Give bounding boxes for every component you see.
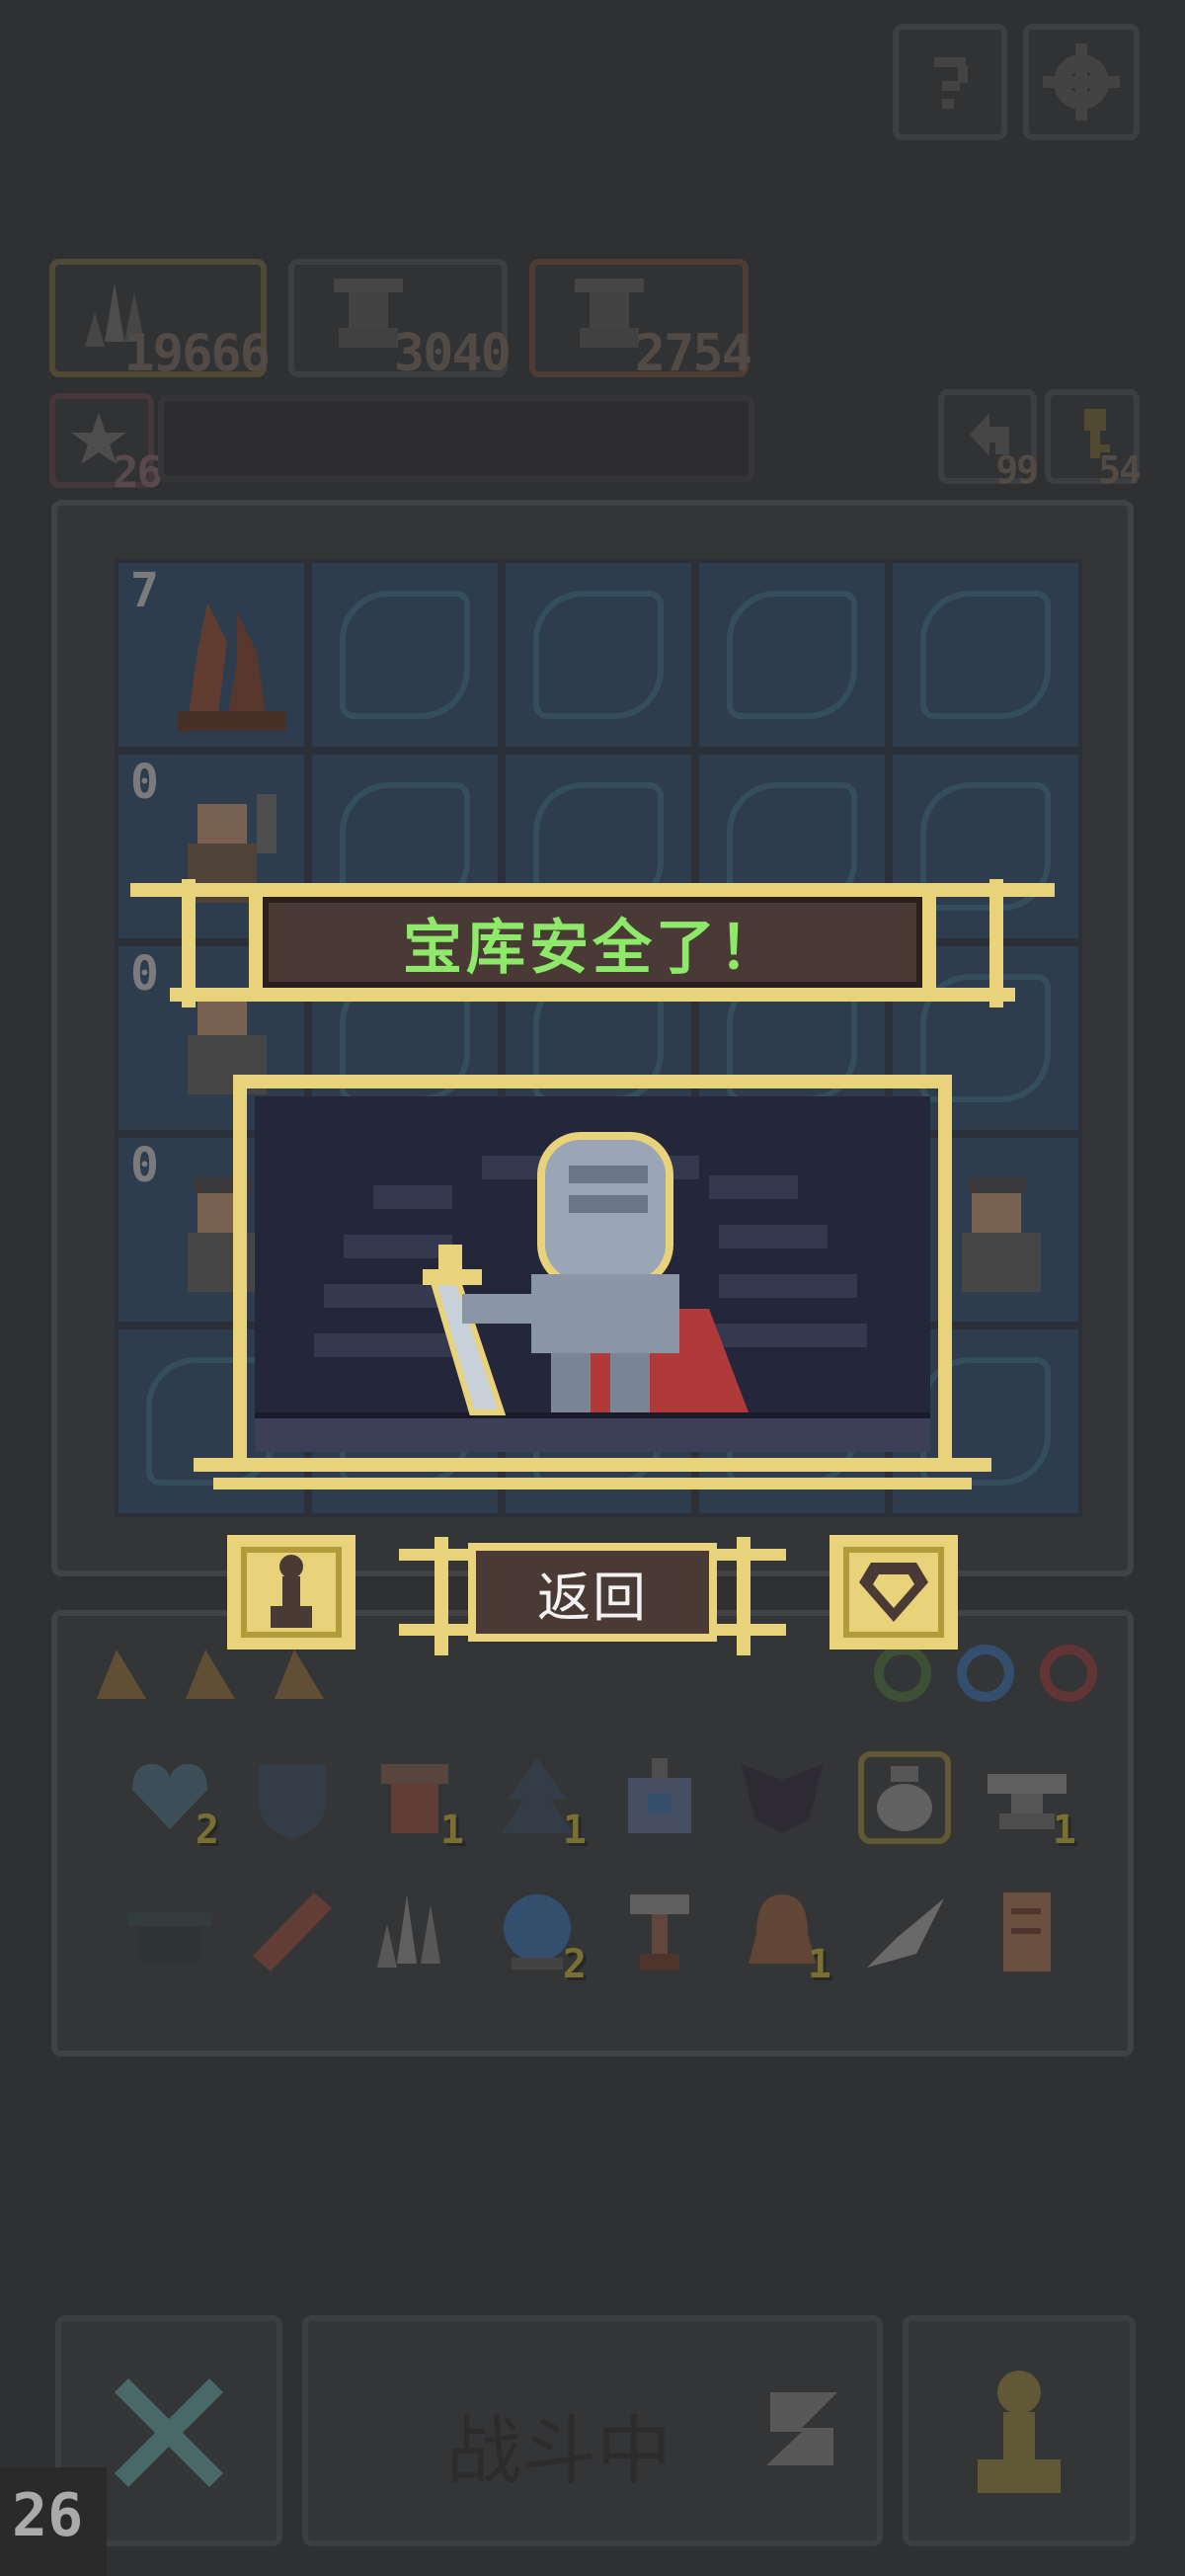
banner-title: 宝库安全了！ — [403, 913, 782, 983]
popup-gem-button[interactable] — [830, 1535, 958, 1650]
banner-frame: 宝库安全了！ — [130, 869, 1055, 1023]
vault-safe-popup: 宝库安全了！ 返回 — [0, 0, 1185, 2576]
return-button[interactable]: 返回 — [468, 1543, 717, 1642]
popup-pawn-button[interactable] — [227, 1535, 356, 1650]
gem-icon — [859, 1563, 928, 1622]
portrait-frame — [194, 1075, 991, 1497]
portrait-scene — [255, 1096, 930, 1452]
pawn-icon — [271, 1555, 312, 1628]
armored-knight-portrait — [255, 1132, 930, 1452]
return-button-label: 返回 — [537, 1566, 648, 1629]
banner-panel: 宝库安全了！ — [263, 897, 922, 988]
return-button-frame: 返回 — [399, 1529, 786, 1657]
